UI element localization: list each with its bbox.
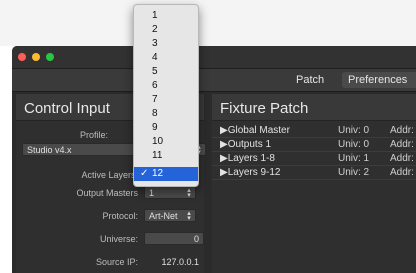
dropdown-option[interactable]: 9: [134, 121, 198, 135]
fixture-univ: Univ: 1: [338, 153, 370, 164]
universe-label: Universe:: [99, 234, 138, 244]
fixture-univ: Univ: 2: [338, 167, 370, 178]
fixture-patch-header: Fixture Patch: [212, 94, 416, 121]
protocol-select[interactable]: Art-Net ▴ ▾: [144, 209, 196, 222]
universe-field[interactable]: 0: [144, 232, 204, 245]
source-ip-label: Source IP:: [95, 257, 138, 267]
protocol-value: Art-Net: [149, 211, 178, 221]
chevron-updown-icon: ▴▾: [187, 187, 191, 199]
dropdown-option[interactable]: 2: [134, 23, 198, 37]
protocol-label: Protocol:: [102, 211, 138, 221]
tab-preferences[interactable]: Preferences: [342, 72, 416, 88]
output-masters-value: 1: [149, 188, 155, 198]
title-bar: [12, 46, 416, 69]
output-masters-label: Output Masters: [76, 188, 138, 198]
fixture-univ: Univ: 0: [338, 125, 370, 136]
dropdown-option[interactable]: 10: [134, 135, 198, 149]
chevron-updown-icon: ▴▾: [187, 210, 191, 222]
fixture-addr: Addr:: [390, 125, 414, 136]
active-layers-dropdown: 1 2 3 4 5 6 7 8 9 10 11 ✓ 12: [133, 4, 199, 187]
dropdown-option[interactable]: 1: [134, 9, 198, 23]
close-window-button[interactable]: [18, 53, 26, 61]
fixture-addr: Addr:: [390, 139, 414, 150]
fixture-name: ▶Global Master: [220, 125, 290, 136]
dropdown-option-label: 12: [152, 168, 164, 179]
source-ip-value: 127.0.0.1: [144, 255, 204, 268]
minimize-window-button[interactable]: [32, 53, 40, 61]
dropdown-option-selected[interactable]: ✓ 12: [134, 167, 198, 181]
tab-patch[interactable]: Patch: [290, 72, 340, 88]
profile-value: Studio v4.x: [27, 145, 72, 155]
desktop-background: [0, 0, 416, 46]
dropdown-option[interactable]: 3: [134, 37, 198, 51]
fixture-row[interactable]: ▶Outputs 1 Univ: 0 Addr:: [212, 138, 416, 152]
dropdown-option[interactable]: 4: [134, 51, 198, 65]
fixture-name: ▶Outputs 1: [220, 139, 272, 150]
fixture-patch-panel: Fixture Patch ▶Global Master Univ: 0 Add…: [212, 94, 416, 273]
dropdown-option[interactable]: 8: [134, 107, 198, 121]
active-layers-label: Active Layers:: [81, 170, 138, 180]
fixture-row[interactable]: ▶Layers 9-12 Univ: 2 Addr:: [212, 166, 416, 180]
app-window: Patch Preferences Control Input Profile:…: [12, 46, 416, 273]
control-input-title: Control Input: [24, 100, 110, 117]
fixture-row[interactable]: ▶Global Master Univ: 0 Addr:: [212, 124, 416, 138]
profile-label: Profile:: [79, 130, 108, 140]
dropdown-option[interactable]: 6: [134, 79, 198, 93]
fixture-univ: Univ: 0: [338, 139, 370, 150]
fixture-name: ▶Layers 9-12: [220, 167, 281, 178]
zoom-window-button[interactable]: [46, 53, 54, 61]
fixture-addr: Addr:: [390, 153, 414, 164]
toolbar: Patch Preferences: [12, 69, 416, 92]
fixture-patch-title: Fixture Patch: [220, 100, 309, 117]
dropdown-option[interactable]: 5: [134, 65, 198, 79]
fixture-name: ▶Layers 1-8: [220, 153, 275, 164]
checkmark-icon: ✓: [140, 168, 149, 179]
dropdown-option[interactable]: 11: [134, 149, 198, 163]
dropdown-option[interactable]: 7: [134, 93, 198, 107]
output-masters-select[interactable]: 1 ▴ ▾: [144, 186, 196, 199]
fixture-addr: Addr:: [390, 167, 414, 178]
fixture-row[interactable]: ▶Layers 1-8 Univ: 1 Addr:: [212, 152, 416, 166]
